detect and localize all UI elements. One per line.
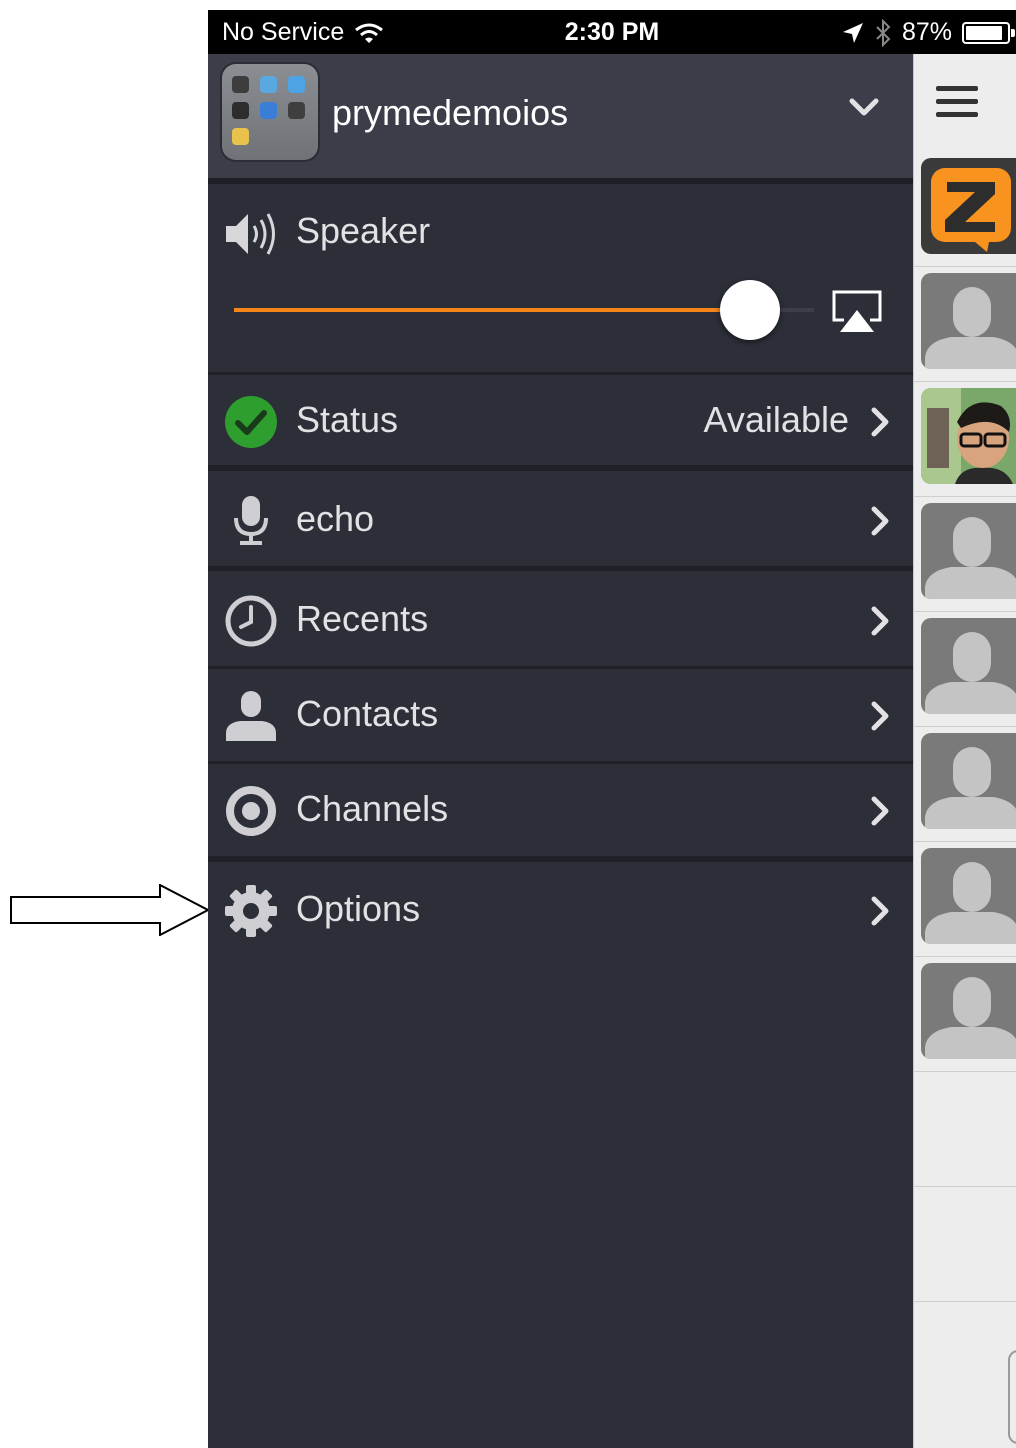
airplay-icon[interactable] (832, 290, 882, 334)
rail-contact[interactable] (914, 267, 1016, 382)
menu-item-recents[interactable]: Recents (208, 574, 913, 669)
default-avatar-icon (921, 273, 1016, 369)
zello-logo-icon (921, 158, 1016, 254)
gear-icon (225, 885, 277, 937)
menu-item-label: Status (296, 399, 399, 440)
volume-slider-fill (234, 308, 751, 312)
rail-contact[interactable] (914, 727, 1016, 842)
volume-slider-thumb[interactable] (720, 280, 781, 340)
chevron-right-icon (871, 407, 889, 437)
default-avatar-icon (921, 848, 1016, 944)
chevron-right-icon (871, 796, 889, 826)
rail-contact[interactable] (914, 842, 1016, 957)
speaker-label: Speaker (296, 210, 431, 251)
side-drawer: prymedemoios Speaker Status Available ec… (208, 54, 913, 1448)
rail-item-zello[interactable] (914, 152, 1016, 267)
menu-item-label: Contacts (296, 693, 439, 734)
rail-contact-photo[interactable] (914, 382, 1016, 497)
channel-target-icon (226, 786, 276, 836)
volume-slider[interactable] (234, 280, 814, 340)
default-avatar-icon (921, 733, 1016, 829)
clock-icon (225, 595, 277, 647)
menu-item-echo[interactable]: echo (208, 474, 913, 571)
default-avatar-icon (921, 503, 1016, 599)
default-avatar-icon (921, 618, 1016, 714)
rail-empty-slot (914, 1072, 1016, 1187)
rail-contact[interactable] (914, 957, 1016, 1072)
chevron-right-icon (871, 701, 889, 731)
speaker-icon (226, 213, 275, 255)
location-arrow-icon (842, 22, 863, 43)
annotation-arrow (10, 884, 210, 936)
chevron-right-icon (871, 606, 889, 636)
microphone-icon (234, 496, 268, 545)
chevron-right-icon (871, 896, 889, 926)
battery-percent: 87% (901, 18, 952, 46)
speaker-panel: Speaker (208, 184, 913, 375)
rail-contact[interactable] (914, 497, 1016, 612)
status-bar: No Service 2:30 PM 87% (208, 10, 1016, 54)
account-name: prymedemoios (332, 92, 569, 133)
menu-item-options[interactable]: Options (208, 864, 913, 956)
rail-contact[interactable] (914, 612, 1016, 727)
hamburger-menu-icon[interactable] (914, 54, 1016, 150)
phone-screen: No Service 2:30 PM 87% prymedemoios Spea… (208, 10, 1016, 1448)
chevron-down-icon[interactable] (849, 96, 879, 120)
chevron-right-icon (871, 506, 889, 536)
rail-scroll-peek (1008, 1350, 1016, 1444)
menu-item-contacts[interactable]: Contacts (208, 669, 913, 764)
available-check-icon (225, 396, 277, 448)
menu-item-channels[interactable]: Channels (208, 764, 913, 862)
menu-item-label: Options (296, 888, 421, 929)
user-photo (921, 388, 1016, 484)
menu-item-status[interactable]: Status Available (208, 375, 913, 471)
account-header[interactable]: prymedemoios (208, 54, 913, 184)
menu-item-label: Channels (296, 788, 449, 829)
rail-empty-slot (914, 1187, 1016, 1302)
battery-icon (962, 21, 1015, 44)
status-value: Available (703, 399, 849, 440)
contacts-rail (913, 54, 1016, 1448)
menu-item-label: echo (296, 498, 375, 539)
menu-item-label: Recents (296, 598, 429, 639)
app-folder-icon (222, 64, 318, 160)
bluetooth-icon (876, 18, 891, 47)
person-icon (226, 691, 276, 741)
default-avatar-icon (921, 963, 1016, 1059)
